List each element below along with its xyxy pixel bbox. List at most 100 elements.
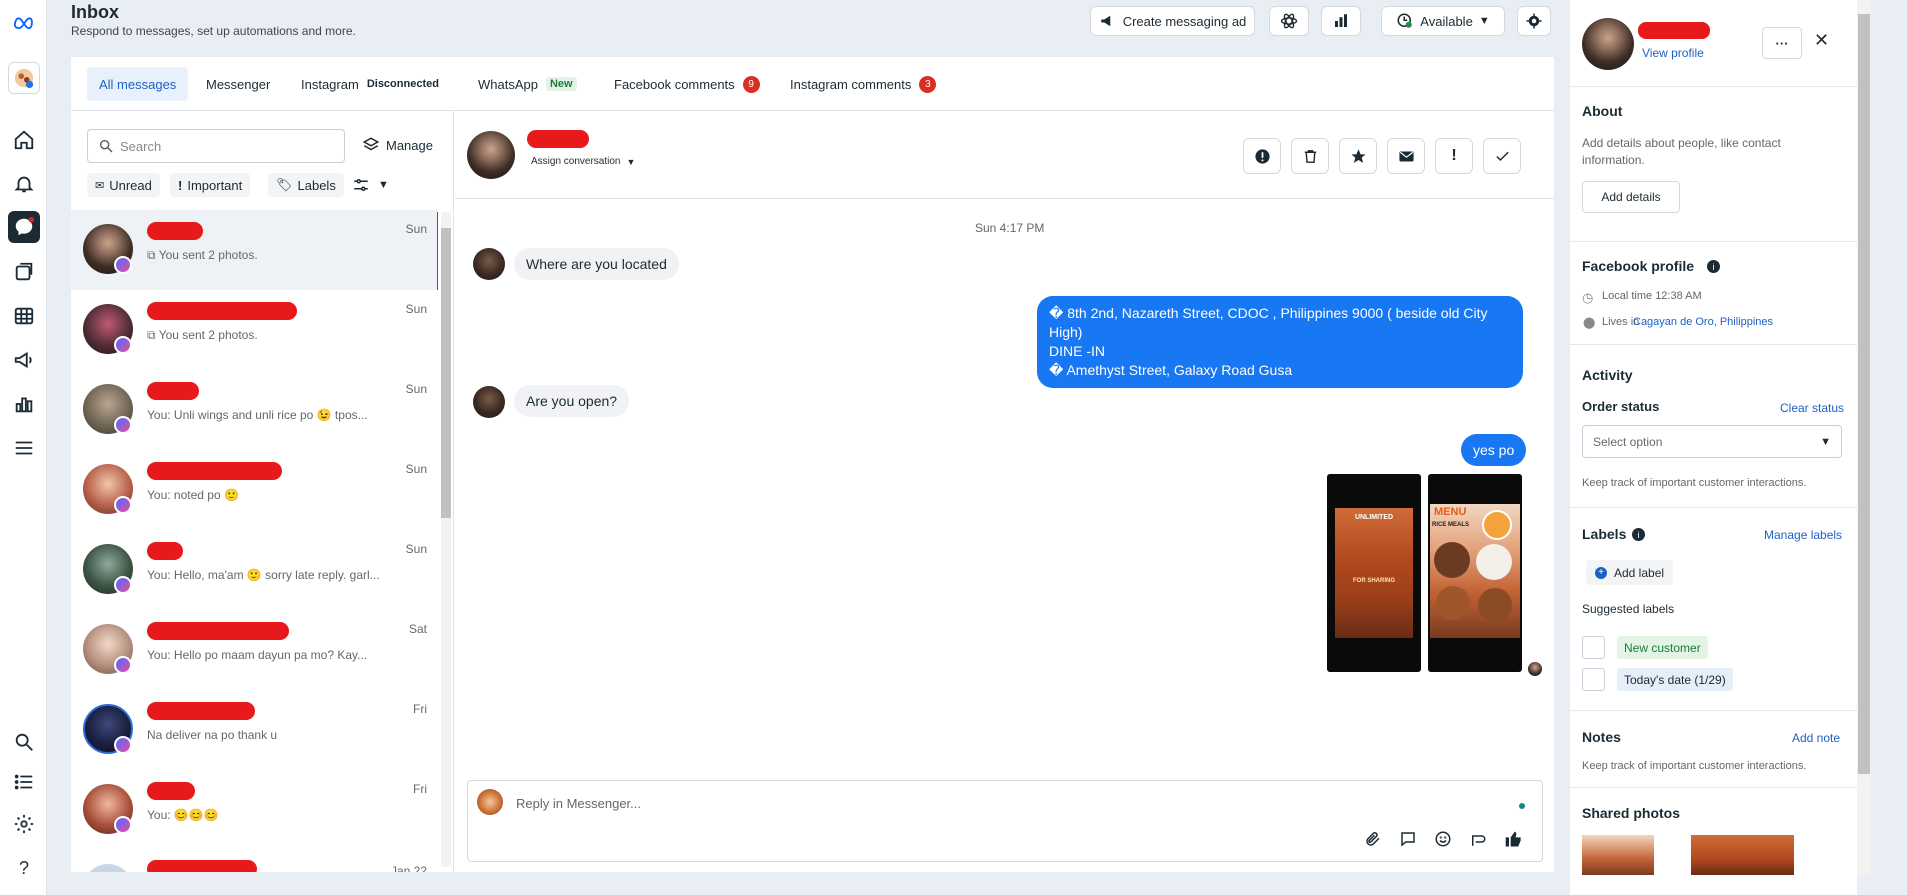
shared-photo-thumbnail[interactable] (1691, 835, 1794, 875)
todays-date-label[interactable]: Today's date (1/29) (1617, 668, 1733, 691)
home-icon[interactable] (8, 124, 40, 156)
conversation-item[interactable]: ⧉ You sent 2 photos. Sun (71, 210, 437, 290)
details-scrollbar-thumb[interactable] (1858, 14, 1870, 774)
search-icon[interactable] (8, 726, 40, 758)
filter-unread-chip[interactable]: ✉ Unread (87, 173, 160, 197)
conversation-item[interactable]: You: Hello po maam dayun pa mo? Kay... S… (71, 610, 437, 690)
contact-avatar[interactable] (467, 131, 515, 179)
settings-icon[interactable] (8, 808, 40, 840)
list-scrollbar-thumb[interactable] (441, 228, 451, 518)
clear-status-link[interactable]: Clear status (1780, 401, 1844, 415)
conversation-item[interactable]: ⧉ You sent 2 photos. Sun (71, 290, 437, 370)
suggested-labels-title: Suggested labels (1582, 602, 1675, 616)
thumbs-up-icon[interactable] (1504, 829, 1524, 849)
add-note-link[interactable]: Add note (1792, 731, 1840, 745)
filter-important-chip[interactable]: ! Important (170, 173, 251, 197)
exclamation-icon: ! (178, 177, 183, 193)
availability-dropdown[interactable]: Available ▼ (1381, 6, 1505, 36)
conversation-item[interactable]: You: 😊😊😊 Fri (71, 770, 437, 850)
shared-photo-thumbnail[interactable] (1582, 835, 1654, 875)
mark-spam-button[interactable] (1243, 138, 1281, 174)
conversation-item[interactable]: Jan 22 (71, 850, 437, 872)
exclamation-icon: ! (1451, 147, 1457, 164)
shared-image[interactable]: MENU RICE MEALS (1428, 474, 1522, 672)
mark-important-button[interactable]: ! (1435, 138, 1473, 174)
outgoing-message[interactable]: yes po (1461, 434, 1527, 466)
page-avatar-icon[interactable] (8, 62, 40, 94)
mark-done-button[interactable] (1483, 138, 1521, 174)
mark-unread-button[interactable] (1387, 138, 1425, 174)
assign-conversation-dropdown[interactable]: Assign conversation ▼ (531, 156, 635, 167)
help-icon[interactable]: ? (8, 852, 40, 884)
menu-poster (1335, 508, 1413, 638)
outgoing-message[interactable]: � 8th 2nd, Nazareth Street, CDOC , Phili… (1037, 296, 1523, 388)
info-icon[interactable]: i (1632, 528, 1645, 541)
close-icon[interactable]: ✕ (1814, 30, 1829, 51)
inbox-icon[interactable] (8, 211, 40, 243)
message-timestamp: Sun 4:17 PM (975, 221, 1045, 235)
todays-date-checkbox[interactable] (1582, 668, 1605, 691)
emoji-icon[interactable] (1434, 830, 1452, 848)
content-icon[interactable] (8, 256, 40, 288)
saved-reply-icon[interactable] (1399, 830, 1417, 848)
add-details-button[interactable]: Add details (1582, 181, 1680, 213)
conversation-item[interactable]: You: Unli wings and unli rice po 😉 tpos.… (71, 370, 437, 450)
ads-icon[interactable] (8, 344, 40, 376)
new-customer-checkbox[interactable] (1582, 636, 1605, 659)
manage-button[interactable]: Manage (362, 136, 433, 154)
reply-box[interactable] (467, 780, 1543, 862)
inbox-settings-button[interactable] (1517, 6, 1551, 36)
create-messaging-ad-button[interactable]: Create messaging ad (1090, 6, 1255, 36)
filter-label: Labels (297, 177, 336, 193)
tab-messenger[interactable]: Messenger (206, 67, 270, 101)
conversation-item[interactable]: Na deliver na po thank u Fri (71, 690, 437, 770)
filter-settings-dropdown[interactable]: ▼ (352, 176, 389, 194)
search-input[interactable]: Search (87, 129, 345, 163)
reply-placeholder[interactable]: Reply in Messenger... (516, 796, 641, 811)
add-label-button[interactable]: + Add label (1586, 560, 1674, 585)
contact-avatar[interactable] (1582, 18, 1634, 70)
incoming-message[interactable]: Where are you located (514, 248, 679, 280)
info-icon[interactable]: i (1707, 260, 1720, 273)
filter-labels-chip[interactable]: 🏷 Labels (268, 173, 344, 197)
count-badge: 9 (742, 75, 760, 93)
delete-button[interactable] (1291, 138, 1329, 174)
flag-icon[interactable] (1469, 830, 1487, 848)
order-status-select[interactable]: Select option ▼ (1582, 425, 1842, 458)
tab-instagram[interactable]: Instagram Disconnected (301, 67, 439, 101)
preview-text: You: Hello, ma'am 🙂 sorry late reply. ga… (147, 568, 380, 582)
tab-all-messages[interactable]: All messages (87, 67, 189, 101)
menu-icon[interactable] (8, 432, 40, 464)
automation-button[interactable] (1269, 6, 1309, 36)
list-icon[interactable] (8, 766, 40, 798)
layers-icon (362, 137, 380, 151)
lives-in-place-link[interactable]: Cagayan de Oro, Philippines (1633, 316, 1773, 328)
new-customer-label[interactable]: New customer (1617, 636, 1708, 659)
conversation-item[interactable]: You: Hello, ma'am 🙂 sorry late reply. ga… (71, 530, 437, 610)
shared-image[interactable]: UNLIMITED FOR SHARING (1327, 474, 1421, 672)
clock-icon: ◷ (1582, 290, 1594, 305)
add-label-text: Add label (1614, 565, 1665, 580)
conversation-time: Sun (405, 222, 427, 236)
tab-facebook-comments[interactable]: Facebook comments 9 (614, 67, 760, 101)
attachment-icon[interactable] (1364, 830, 1382, 848)
photo-icon: ⧉ (147, 328, 159, 342)
meta-logo-icon[interactable] (8, 6, 40, 38)
tab-instagram-comments[interactable]: Instagram comments 3 (790, 67, 937, 101)
stats-button[interactable] (1321, 6, 1361, 36)
view-profile-link[interactable]: View profile (1642, 46, 1704, 60)
tab-whatsapp[interactable]: WhatsApp New (478, 67, 577, 101)
incoming-message[interactable]: Are you open? (514, 385, 630, 417)
planner-icon[interactable] (8, 300, 40, 332)
messenger-badge-icon (114, 416, 132, 434)
insights-icon[interactable] (8, 388, 40, 420)
conversation-item[interactable]: You: noted po 🙂 Sun (71, 450, 437, 530)
manage-labels-link[interactable]: Manage labels (1764, 528, 1842, 542)
more-options-button[interactable]: ··· (1762, 27, 1802, 59)
caret-down-icon: ▼ (1820, 435, 1831, 448)
notifications-icon[interactable] (8, 168, 40, 200)
plus-circle-icon: + (1595, 566, 1607, 579)
star-button[interactable] (1339, 138, 1377, 174)
notes-section: Notes Add note Keep track of important c… (1570, 711, 1857, 788)
about-text: Add details about people, like contact i… (1582, 136, 1781, 167)
